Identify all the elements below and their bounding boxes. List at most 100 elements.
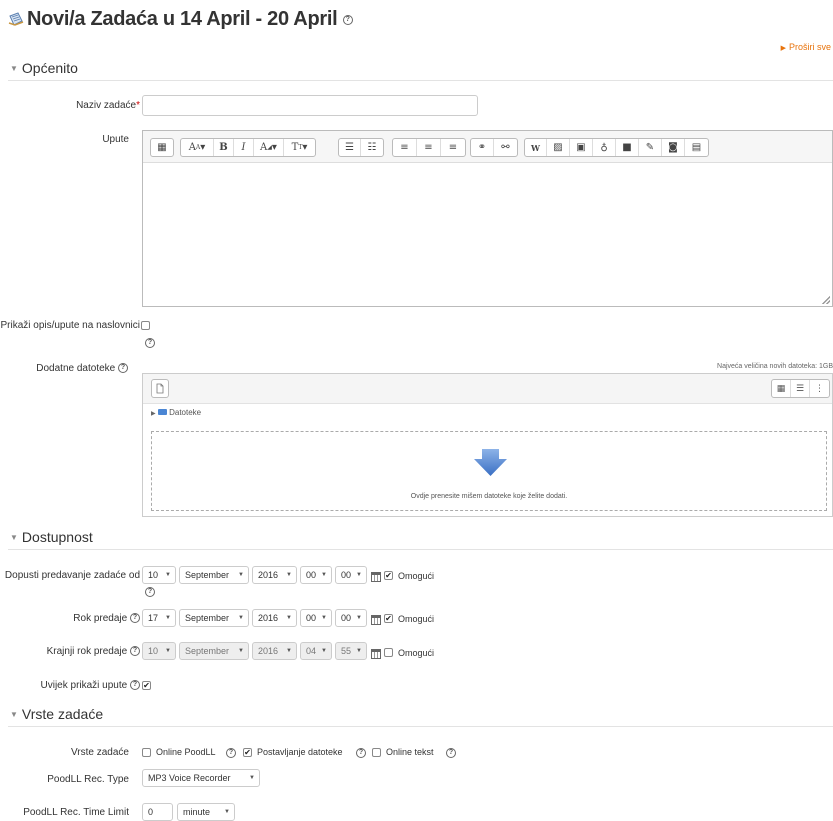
pencil-icon[interactable]: ✎ [639, 139, 662, 156]
allow-hour-select[interactable]: 00 ▼ [300, 566, 332, 584]
cutoff-enable-checkbox[interactable] [384, 648, 393, 657]
cutoff-hour-select[interactable]: 04 ▼ [300, 642, 332, 660]
media-icon[interactable]: ▣ [570, 139, 593, 156]
due-year-select[interactable]: 2016 ▼ [252, 609, 297, 627]
link-icon[interactable]: ⚭ [471, 139, 494, 156]
cutoff-minute-value: 55 [341, 646, 352, 656]
online-poodll-help-icon[interactable]: ? [226, 748, 236, 758]
always-show-label: Uvijek prikaži upute ? [41, 680, 140, 691]
online-text-checkbox[interactable] [372, 748, 381, 757]
expand-all-link[interactable]: ▶ Proširi sve [781, 42, 831, 52]
due-day-select[interactable]: 17 ▼ [142, 609, 176, 627]
extra-files-help-icon[interactable]: ? [118, 363, 128, 374]
font-family-icon[interactable]: A A ▾ [181, 139, 214, 156]
section-availability-header[interactable]: ▼ Dostupnost [10, 529, 93, 545]
due-date-help-icon[interactable]: ? [130, 613, 140, 624]
list-view-icon[interactable]: ☰ [791, 380, 810, 397]
dropdown-arrow-icon: ▼ [356, 572, 362, 578]
document-icon[interactable]: ▤ [685, 139, 708, 156]
calendar-icon[interactable] [371, 615, 381, 625]
due-enable-checkbox[interactable] [384, 614, 393, 623]
calendar-icon[interactable] [371, 572, 381, 582]
always-show-help-icon[interactable]: ? [130, 680, 140, 691]
time-limit-unit-select[interactable]: minute ▼ [177, 803, 235, 821]
due-minute-select[interactable]: 00 ▼ [335, 609, 367, 627]
section-divider [8, 549, 833, 550]
max-size-text: Najveća veličina novih datoteka: 1GB [717, 363, 833, 370]
word-paste-icon[interactable]: W [525, 139, 547, 156]
font-color-icon[interactable]: A ◢ ▾ [254, 139, 284, 156]
cutoff-date-label: Krajnji rok predaje ? [47, 646, 140, 657]
dropdown-arrow-icon: ▼ [321, 648, 327, 654]
due-month-select[interactable]: September ▼ [179, 609, 249, 627]
cutoff-date-help-icon[interactable]: ? [130, 646, 140, 657]
allow-year-value: 2016 [258, 570, 279, 580]
unlink-icon[interactable]: ⚯ [494, 139, 517, 156]
table-icon[interactable]: ▦ [151, 139, 173, 156]
file-drop-zone[interactable]: Ovdje prenesite mišem datoteke koje želi… [151, 431, 827, 511]
section-submission-header[interactable]: ▼ Vrste zadaće [10, 706, 103, 722]
dropdown-arrow-icon: ▼ [165, 572, 171, 578]
online-text-label: Online tekst [386, 747, 434, 757]
dropdown-arrow-icon: ▼ [249, 775, 255, 781]
microphone-icon[interactable]: ♁ [593, 139, 616, 156]
triangle-right-icon: ▶ [780, 45, 786, 52]
online-poodll-checkbox[interactable] [142, 748, 151, 757]
section-availability-title: Dostupnost [21, 529, 93, 545]
allow-submissions-help-icon[interactable]: ? [145, 587, 155, 597]
instructions-editor[interactable]: ▦ A A ▾ B I A ◢ ▾ T T ▾ ☰ ☷ ≡ ≡ ≡ ⚭ ⚯ W ▨ ▣ ♁ … [142, 130, 833, 307]
time-limit-unit-value: minute [183, 807, 211, 817]
grid-view-icon[interactable]: ▦ [772, 380, 791, 397]
align-center-icon[interactable]: ≡ [417, 139, 441, 156]
time-limit-input[interactable]: 0 [142, 803, 173, 821]
cutoff-hour-value: 04 [306, 646, 317, 656]
cutoff-year-select[interactable]: 2016 ▼ [252, 642, 297, 660]
ordered-list-icon[interactable]: ☷ [361, 139, 383, 156]
show-description-help-icon[interactable]: ? [145, 338, 155, 348]
extra-files-label-text: Dodatne datoteke [36, 363, 116, 374]
calendar-icon[interactable] [371, 649, 381, 659]
image-icon[interactable]: ▨ [547, 139, 570, 156]
italic-icon[interactable]: I [234, 139, 254, 156]
cutoff-day-select[interactable]: 10 ▼ [142, 642, 176, 660]
unordered-list-icon[interactable]: ☰ [339, 139, 361, 156]
rec-type-select[interactable]: MP3 Voice Recorder ▼ [142, 769, 260, 787]
file-upload-checkbox[interactable] [243, 748, 252, 757]
align-right-icon[interactable]: ≡ [441, 139, 465, 156]
tree-view-icon[interactable]: ⋮ [810, 380, 829, 397]
dropdown-arrow-icon: ▼ [321, 572, 327, 578]
file-upload-help-icon[interactable]: ? [356, 748, 366, 758]
cutoff-month-select[interactable]: September ▼ [179, 642, 249, 660]
add-file-button[interactable] [151, 379, 169, 398]
section-submission-title: Vrste zadaće [21, 706, 104, 722]
allow-minute-value: 00 [341, 570, 352, 580]
allow-month-select[interactable]: September ▼ [179, 566, 249, 584]
title-help-icon[interactable]: ? [342, 14, 353, 25]
allow-minute-select[interactable]: 00 ▼ [335, 566, 367, 584]
always-show-checkbox[interactable] [142, 681, 151, 690]
due-year-value: 2016 [258, 613, 279, 623]
due-date-label-text: Rok predaje [73, 613, 128, 624]
allow-enable-checkbox[interactable] [384, 571, 393, 580]
bold-icon[interactable]: B [214, 139, 234, 156]
assignment-name-input[interactable] [142, 95, 478, 116]
editor-toolbar: ▦ A A ▾ B I A ◢ ▾ T T ▾ ☰ ☷ ≡ ≡ ≡ ⚭ ⚯ W ▨ ▣ ♁ … [143, 131, 832, 163]
allow-year-select[interactable]: 2016 ▼ [252, 566, 297, 584]
dropdown-arrow-icon: ▼ [286, 615, 292, 621]
align-left-icon[interactable]: ≡ [393, 139, 417, 156]
cutoff-minute-select[interactable]: 55 ▼ [335, 642, 367, 660]
section-general-header[interactable]: ▼ Općenito [10, 60, 78, 76]
video-camera-icon[interactable]: ■ [616, 139, 639, 156]
online-text-help-icon[interactable]: ? [446, 748, 456, 758]
caret-down-icon: ▼ [10, 710, 18, 719]
allow-day-select[interactable]: 10 ▼ [142, 566, 176, 584]
camera-icon[interactable]: ◙ [662, 139, 685, 156]
resize-handle[interactable] [822, 296, 830, 304]
show-description-checkbox[interactable] [141, 321, 150, 330]
font-size-icon[interactable]: T T ▾ [284, 139, 315, 156]
due-hour-value: 00 [306, 613, 317, 623]
folder-breadcrumb[interactable]: ▶ Datoteke [151, 408, 201, 417]
dropdown-arrow-icon: ▼ [238, 648, 244, 654]
online-poodll-label: Online PoodLL [156, 747, 216, 757]
due-hour-select[interactable]: 00 ▼ [300, 609, 332, 627]
